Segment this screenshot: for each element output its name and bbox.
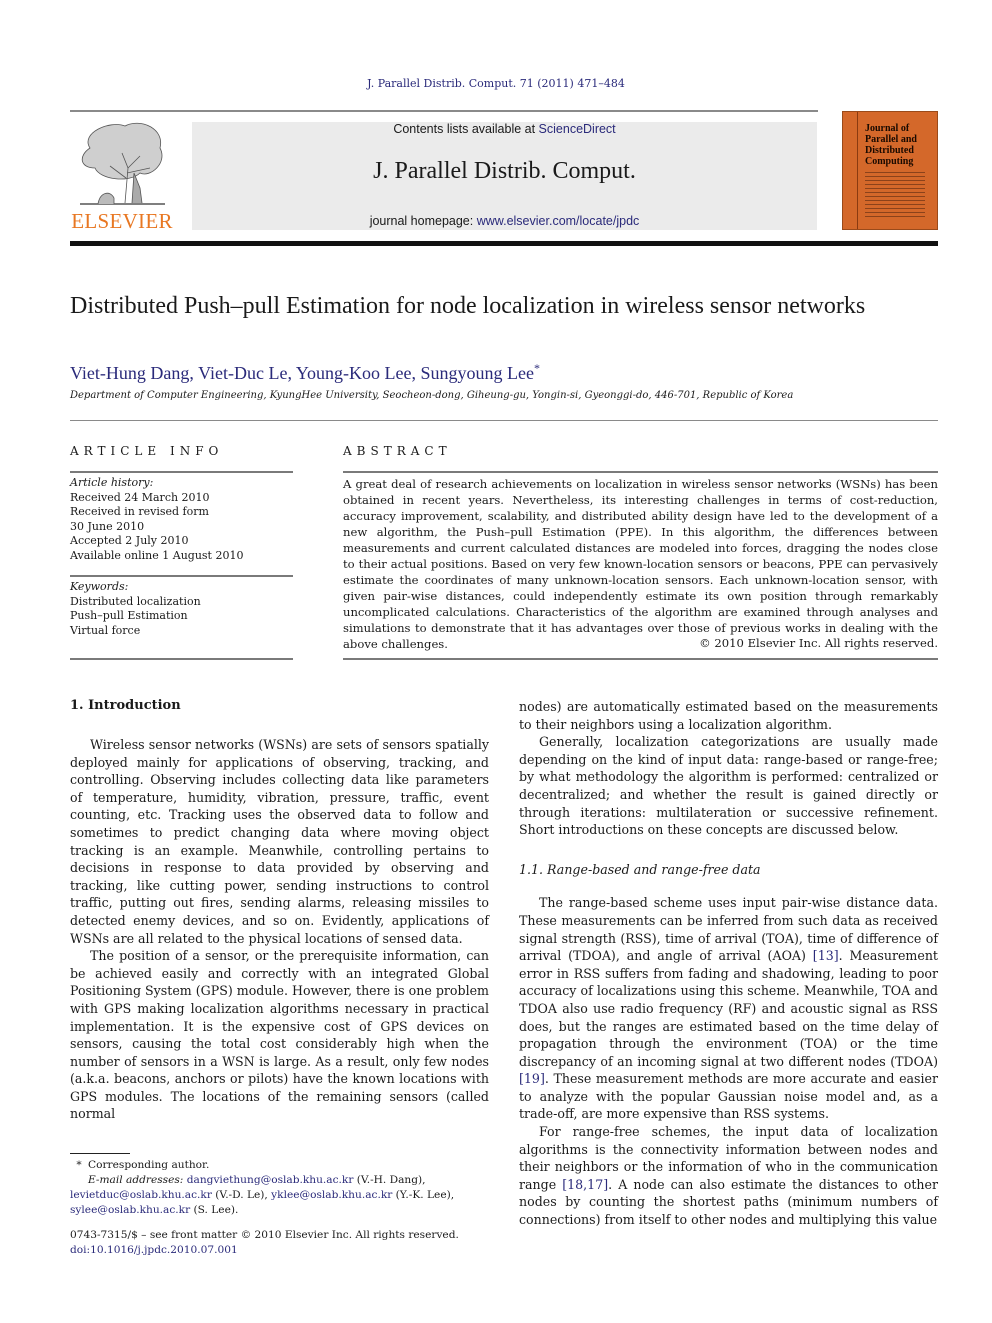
journal-name: J. Parallel Distrib. Comput. (373, 158, 636, 184)
journal-citation[interactable]: J. Parallel Distrib. Comput. 71 (2011) 4… (0, 77, 992, 90)
keyword: Virtual force (70, 623, 141, 637)
footnote-star: * (76, 1159, 82, 1171)
author-link[interactable]: Sungyoung Lee (420, 363, 533, 383)
author-list: Viet-Hung Dang, Viet-Duc Le, Young-Koo L… (70, 361, 540, 383)
cover-title: Journal of Parallel and Distributed Comp… (865, 123, 917, 167)
affiliation: Department of Computer Engineering, Kyun… (70, 390, 794, 401)
cover-title-line: Journal of (865, 123, 910, 134)
body-column-left: Wireless sensor networks (WSNs) are sets… (70, 736, 489, 1123)
abstract-rule (343, 471, 938, 473)
info-rule (70, 471, 293, 473)
citation-link[interactable]: [19] (519, 1071, 545, 1086)
elsevier-tree-icon (80, 122, 165, 205)
info-rule (70, 575, 293, 577)
title-rule (70, 420, 938, 421)
cover-title-line: Parallel and (865, 134, 917, 145)
email-owner: (Y.-K. Lee), (392, 1189, 455, 1201)
article-history: Article history: Received 24 March 2010 … (70, 476, 243, 563)
email-owner: (V.-D. Le), (211, 1189, 272, 1201)
corresponding-author-mark[interactable]: * (534, 361, 540, 375)
history-item: Received 24 March 2010 (70, 490, 210, 504)
body-paragraph: Wireless sensor networks (WSNs) are sets… (70, 737, 489, 946)
corresponding-author-note: Corresponding author. (88, 1159, 210, 1171)
homepage-prefix: journal homepage: (369, 214, 477, 228)
doi-link[interactable]: doi:10.1016/j.jpdc.2010.07.001 (70, 1243, 459, 1258)
elsevier-logo[interactable]: ELSEVIER (70, 118, 174, 234)
sciencedirect-link[interactable]: ScienceDirect (539, 122, 616, 136)
keyword: Distributed localization (70, 594, 201, 608)
keyword: Push–pull Estimation (70, 609, 188, 622)
citation-link[interactable]: [13] (813, 948, 839, 963)
cover-contents-lines (865, 172, 925, 220)
body-paragraph: nodes) are automatically estimated based… (519, 699, 938, 732)
abstract-text: A great deal of research achievements on… (343, 477, 938, 651)
abstract-copyright: © 2010 Elsevier Inc. All rights reserved… (699, 636, 938, 650)
article-info-heading: ARTICLE INFO (70, 444, 224, 458)
history-item: Accepted 2 July 2010 (70, 534, 189, 547)
author-link[interactable]: Young-Koo Lee (296, 363, 412, 383)
contents-line: Contents lists available at ScienceDirec… (192, 122, 817, 136)
body-column-right: nodes) are automatically estimated based… (519, 698, 938, 1229)
keywords-label: Keywords: (70, 580, 129, 593)
footnotes: * Corresponding author. E-mail addresses:… (70, 1158, 490, 1218)
body-paragraph: The range-based scheme uses input pair-w… (519, 894, 938, 1123)
email-owner: (S. Lee). (190, 1204, 239, 1216)
text-run: . These measurement methods are more acc… (519, 1071, 938, 1122)
email-label: E-mail addresses: (88, 1174, 187, 1186)
cover-decor-strip (843, 112, 858, 229)
abstract-rule (343, 658, 938, 660)
text-run: . Measurement error in RSS suffers from … (519, 948, 938, 1069)
email-owner: (V.-H. Dang), (353, 1174, 426, 1186)
journal-banner: Contents lists available at ScienceDirec… (192, 122, 817, 230)
header-rule (70, 110, 818, 112)
journal-cover-thumbnail[interactable]: Journal of Parallel and Distributed Comp… (842, 111, 938, 230)
front-matter-line: 0743-7315/$ – see front matter © 2010 El… (70, 1229, 459, 1241)
info-rule (70, 658, 293, 660)
header-thick-rule (70, 241, 938, 246)
body-paragraph: The position of a sensor, or the prerequ… (70, 948, 489, 1122)
history-item: Available online 1 August 2010 (70, 548, 244, 562)
body-paragraph: For range-free schemes, the input data o… (519, 1123, 938, 1229)
subsection-heading: 1.1. Range-based and range-free data (519, 861, 761, 877)
cover-title-line: Computing (865, 156, 914, 167)
email-link[interactable]: dangviethung@oslab.khu.ac.kr (187, 1174, 354, 1186)
keywords: Keywords: Distributed localization Push–… (70, 580, 201, 638)
paper-title: Distributed Push–pull Estimation for nod… (70, 293, 866, 319)
history-item: 30 June 2010 (70, 519, 145, 533)
history-item: Received in revised form (70, 505, 209, 518)
author-link[interactable]: Viet-Duc Le (198, 363, 287, 383)
email-link[interactable]: sylee@oslab.khu.ac.kr (70, 1204, 190, 1216)
contents-prefix: Contents lists available at (393, 122, 539, 136)
author-link[interactable]: Viet-Hung Dang (70, 363, 189, 383)
homepage-line: journal homepage: www.elsevier.com/locat… (192, 214, 817, 228)
history-label: Article history: (70, 476, 154, 489)
citation-link[interactable]: [18,17] (562, 1177, 608, 1192)
email-link[interactable]: levietduc@oslab.khu.ac.kr (70, 1189, 212, 1201)
footnote-rule (70, 1153, 130, 1154)
body-paragraph: Generally, localization categorizations … (519, 734, 938, 838)
cover-title-line: Distributed (865, 145, 914, 156)
email-link[interactable]: yklee@oslab.khu.ac.kr (271, 1189, 392, 1201)
front-matter: 0743-7315/$ – see front matter © 2010 El… (70, 1228, 459, 1258)
homepage-link[interactable]: www.elsevier.com/locate/jpdc (477, 214, 640, 228)
abstract-heading: ABSTRACT (343, 444, 452, 458)
section-heading-introduction: 1. Introduction (70, 698, 181, 713)
elsevier-wordmark: ELSEVIER (71, 209, 173, 233)
